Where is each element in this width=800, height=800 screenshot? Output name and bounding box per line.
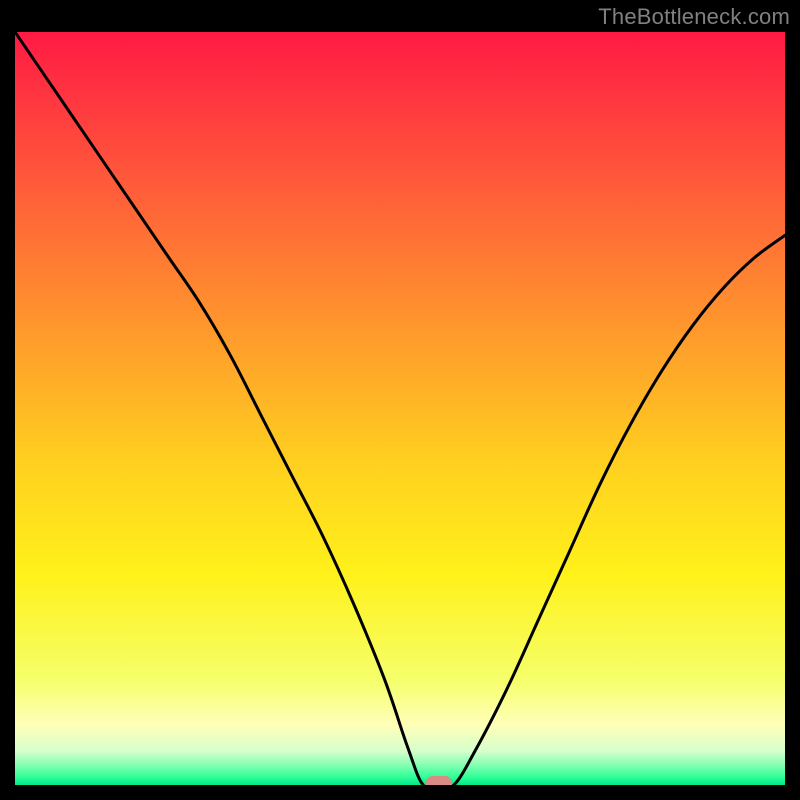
chart-frame: TheBottleneck.com (0, 0, 800, 800)
plot-area (15, 32, 785, 785)
optimal-marker (426, 776, 452, 785)
bottleneck-curve (15, 32, 785, 785)
watermark-text: TheBottleneck.com (598, 4, 790, 30)
